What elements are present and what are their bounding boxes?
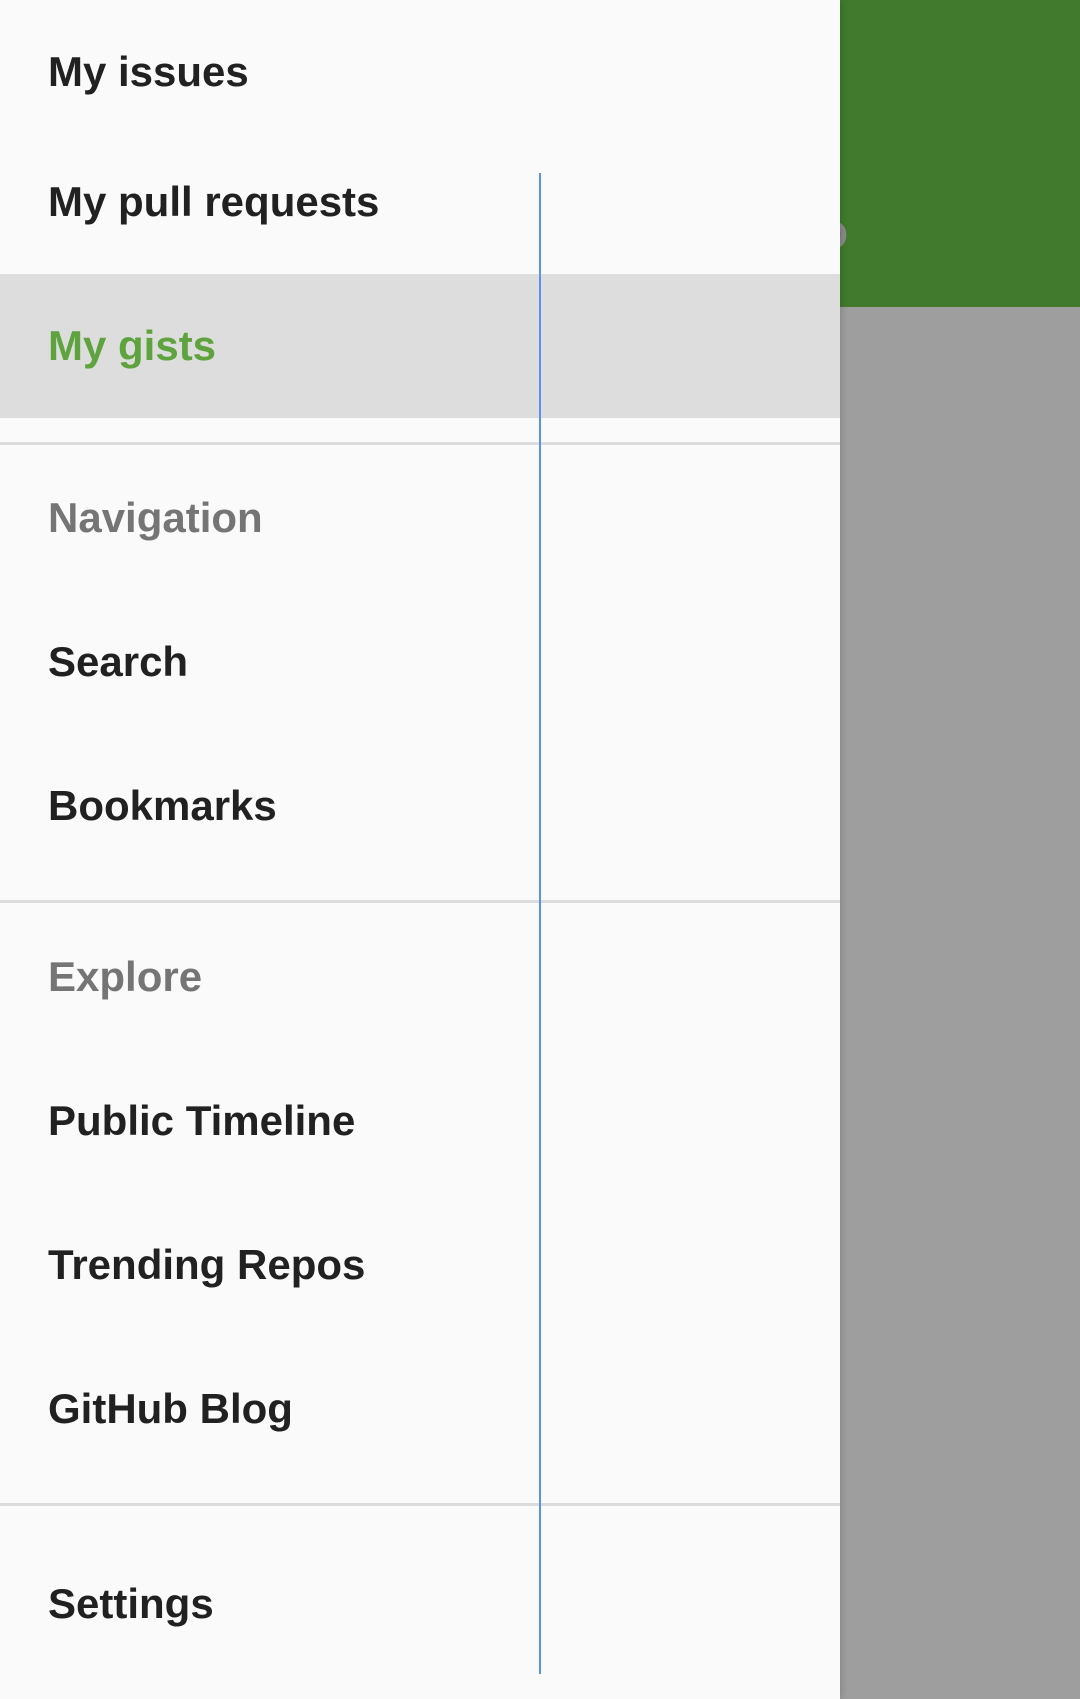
section-header-label: Navigation	[48, 494, 263, 541]
drawer-item-label: Settings	[48, 1580, 214, 1627]
divider	[0, 1503, 840, 1506]
section-header-explore: Explore	[0, 905, 840, 1049]
drawer-item-my-issues[interactable]: My issues	[0, 0, 840, 144]
section-header-label: Explore	[48, 953, 203, 1000]
drawer-item-trending-repos[interactable]: Trending Repos	[0, 1193, 840, 1337]
drawer-item-my-gists[interactable]: My gists	[0, 274, 840, 418]
drawer-item-public-timeline[interactable]: Public Timeline	[0, 1049, 840, 1193]
divider	[0, 442, 840, 445]
drawer-item-label: Bookmarks	[48, 782, 277, 829]
drawer-item-search[interactable]: Search	[0, 590, 840, 734]
drawer-item-label: GitHub Blog	[48, 1385, 293, 1432]
drawer-item-label: My gists	[48, 322, 217, 369]
navigation-drawer: My issues My pull requests My gists Navi…	[0, 0, 840, 1699]
divider	[0, 900, 840, 903]
drawer-item-label: My pull requests	[48, 178, 380, 225]
section-header-navigation: Navigation	[0, 446, 840, 590]
drawer-item-label: Search	[48, 638, 189, 685]
drawer-item-label: Trending Repos	[48, 1241, 366, 1288]
drawer-item-github-blog[interactable]: GitHub Blog	[0, 1337, 840, 1481]
screen: ED My issues My pull requests My gists N…	[0, 0, 1080, 1699]
drawer-item-settings[interactable]: Settings	[0, 1532, 840, 1676]
drawer-item-label: My issues	[48, 48, 249, 95]
layout-guide-line	[539, 173, 541, 1674]
drawer-item-bookmarks[interactable]: Bookmarks	[0, 734, 840, 878]
drawer-item-label: Public Timeline	[48, 1097, 356, 1144]
drawer-item-my-pull-requests[interactable]: My pull requests	[0, 130, 840, 274]
